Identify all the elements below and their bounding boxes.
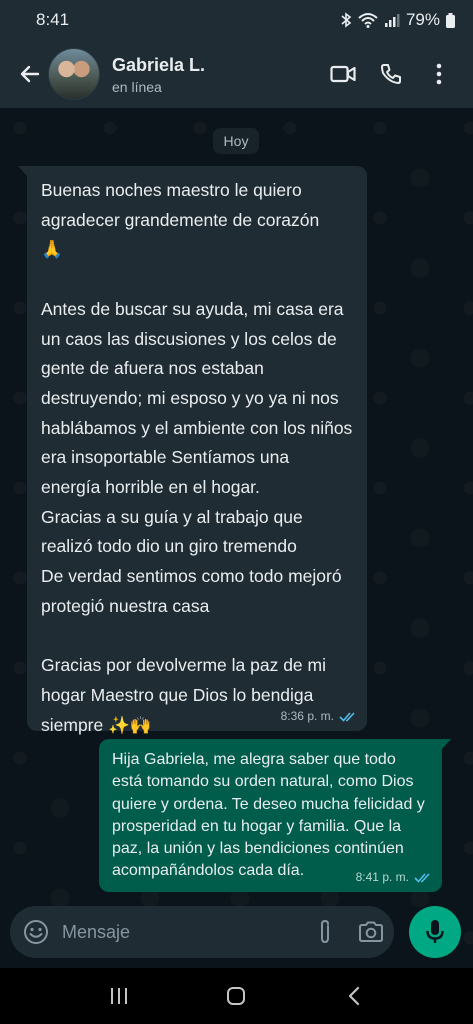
chevron-left-icon bbox=[349, 986, 360, 1006]
header-actions bbox=[319, 50, 463, 98]
system-nav-bar bbox=[0, 968, 473, 1024]
message-meta: 8:41 p. m. bbox=[356, 870, 432, 884]
contact-info[interactable]: Gabriela L. en línea bbox=[112, 54, 319, 95]
back-arrow-icon bbox=[20, 65, 40, 83]
attach-button[interactable] bbox=[302, 906, 348, 958]
bluetooth-icon bbox=[341, 12, 352, 28]
voice-call-button[interactable] bbox=[367, 50, 415, 98]
message-text: Hija Gabriela, me alegra saber que todo … bbox=[112, 751, 425, 880]
microphone-icon bbox=[426, 920, 444, 943]
video-call-icon bbox=[330, 65, 356, 83]
home-icon bbox=[227, 987, 246, 1005]
recents-icon bbox=[110, 988, 127, 1004]
back-nav-button[interactable] bbox=[324, 971, 384, 1021]
chat-header: Gabriela L. en línea bbox=[0, 40, 473, 108]
double-check-icon bbox=[339, 711, 355, 722]
camera-button[interactable] bbox=[348, 906, 394, 958]
signal-icon bbox=[384, 14, 400, 27]
back-button[interactable] bbox=[6, 50, 54, 98]
phone-icon bbox=[381, 64, 401, 84]
voice-message-button[interactable] bbox=[409, 906, 461, 958]
recents-button[interactable] bbox=[89, 971, 149, 1021]
outgoing-message[interactable]: Hija Gabriela, me alegra saber que todo … bbox=[99, 739, 451, 892]
date-chip: Hoy bbox=[213, 128, 259, 154]
battery-percent: 79% bbox=[405, 10, 440, 29]
contact-name: Gabriela L. bbox=[112, 54, 206, 75]
status-bar: 8:41 79% bbox=[0, 0, 473, 40]
more-options-button[interactable] bbox=[415, 50, 463, 98]
status-time: 8:41 bbox=[36, 10, 70, 29]
message-meta: 8:36 p. m. bbox=[281, 709, 357, 723]
contact-status: en línea bbox=[112, 78, 162, 95]
home-button[interactable] bbox=[206, 971, 266, 1021]
wifi-icon bbox=[358, 13, 378, 28]
double-check-icon bbox=[414, 872, 430, 883]
incoming-message[interactable]: Buenas noches maestro le quiero agradece… bbox=[18, 166, 367, 735]
message-input[interactable] bbox=[62, 912, 302, 952]
message-time: 8:36 p. m. bbox=[280, 709, 334, 723]
message-time: 8:41 p. m. bbox=[355, 870, 409, 884]
video-call-button[interactable] bbox=[319, 50, 367, 98]
more-vertical-icon bbox=[436, 63, 442, 85]
emoji-button[interactable] bbox=[10, 906, 62, 958]
camera-icon bbox=[359, 921, 383, 942]
battery-icon bbox=[446, 12, 455, 28]
emoji-icon bbox=[24, 920, 48, 944]
avatar[interactable] bbox=[48, 48, 100, 100]
status-icons: 79% bbox=[340, 10, 455, 30]
message-text: Buenas noches maestro le quiero agradece… bbox=[41, 180, 353, 735]
paperclip-icon bbox=[321, 919, 329, 944]
message-composer bbox=[10, 906, 394, 958]
chat-area[interactable]: Hoy Buenas noches maestro le quiero agra… bbox=[0, 108, 473, 968]
